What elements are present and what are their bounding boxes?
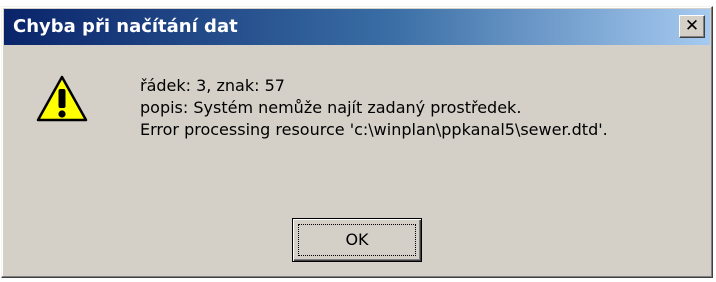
title-bar[interactable]: Chyba při načítání dat ✕ [4, 9, 710, 45]
error-dialog: Chyba při načítání dat ✕ řádek: 3, znak:… [1, 6, 713, 278]
warning-icon [36, 75, 88, 122]
message-line-description: popis: Systém nemůže najít zadaný prostř… [140, 98, 522, 117]
ok-button[interactable]: OK [292, 218, 422, 262]
error-message: řádek: 3, znak: 57 popis: Systém nemůže … [140, 75, 608, 141]
close-icon: ✕ [684, 16, 700, 36]
ok-button-label: OK [345, 230, 369, 249]
close-button[interactable]: ✕ [679, 15, 705, 38]
message-line-resource: Error processing resource 'c:\winplan\pp… [140, 120, 608, 139]
message-line-position: řádek: 3, znak: 57 [140, 76, 285, 95]
dialog-title: Chyba při načítání dat [13, 16, 238, 37]
